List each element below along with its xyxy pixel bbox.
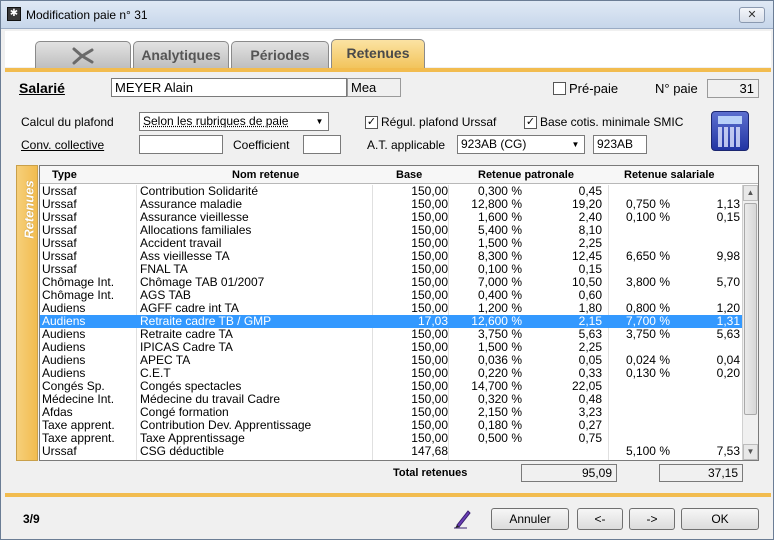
prepaie-label: Pré-paie [569, 81, 619, 96]
scroll-thumb[interactable] [744, 203, 757, 415]
calcul-plafond-value: Selon les rubriques de paie [143, 114, 289, 128]
record-counter: 3/9 [23, 512, 40, 526]
at-applicable-select[interactable]: 923AB (CG) ▼ [457, 135, 585, 154]
at-code-field[interactable]: 923AB [593, 135, 647, 154]
salarie-label: Salarié [19, 80, 65, 96]
chevron-down-icon: ▼ [571, 140, 580, 149]
table-body: Urssaf Contribution Solidarité 150,00 0,300… [40, 185, 742, 458]
ok-button[interactable]: OK [681, 508, 759, 530]
app-icon: ✱ [7, 7, 21, 21]
salarie-code-field: Mea [347, 78, 401, 97]
at-applicable-label: A.T. applicable [367, 138, 446, 152]
cell-taux-salarial: 3,800 % [625, 275, 670, 289]
column-patronale[interactable]: Retenue patronale [478, 169, 574, 181]
column-nom[interactable]: Nom retenue [232, 169, 299, 181]
conv-collective-field[interactable] [139, 135, 223, 154]
calcul-plafond-label: Calcul du plafond [21, 115, 114, 129]
total-patronale-field: 95,09 [521, 464, 617, 482]
cell-taux-salarial: 0,100 % [625, 210, 670, 224]
regul-label: Régul. plafond Urssaf [381, 115, 497, 129]
tab-general[interactable] [35, 41, 131, 69]
calculator-keys [718, 127, 742, 147]
coefficient-field[interactable] [303, 135, 341, 154]
window-title: Modification paie n° 31 [26, 8, 148, 22]
payslip-window: ✱ Modification paie n° 31 ✕ Analytiques … [0, 0, 774, 540]
cell-taux-salarial: 6,650 % [625, 249, 670, 263]
table-header: Type Nom retenue Base Retenue patronale … [40, 166, 758, 184]
salarie-name-field[interactable]: MEYER Alain [111, 78, 347, 97]
cell-base: 147,68 [411, 444, 448, 458]
table-row[interactable]: Urssaf CSG déductible 147,68 5,100 % 7,53 [40, 445, 742, 458]
regul-checkbox[interactable]: ✓ [365, 116, 378, 129]
cell-montant-salarial: 0,15 [716, 210, 740, 224]
title-bar: ✱ Modification paie n° 31 ✕ [1, 1, 773, 29]
side-label-text: Retenues [21, 180, 37, 239]
coefficient-label: Coefficient [233, 138, 290, 152]
base-smic-checkbox[interactable]: ✓ [524, 116, 537, 129]
footer-accent-bar [5, 493, 771, 497]
annuler-button[interactable]: Annuler [491, 508, 569, 530]
npaie-field: 31 [707, 79, 759, 98]
logo-icon [72, 47, 94, 65]
column-type[interactable]: Type [52, 169, 77, 181]
next-button[interactable]: -> [629, 508, 675, 530]
vertical-scrollbar[interactable]: ▲ ▼ [742, 185, 758, 460]
scroll-down-arrow-icon[interactable]: ▼ [743, 444, 758, 460]
cell-montant-salarial: 5,70 [716, 275, 740, 289]
cell-taux-salarial: 5,100 % [625, 444, 670, 458]
cell-nom: CSG déductible [140, 444, 225, 458]
scroll-up-arrow-icon[interactable]: ▲ [743, 185, 758, 201]
tab-accent-bar [5, 68, 771, 72]
cell-montant-salarial: 5,63 [716, 327, 740, 341]
close-button[interactable]: ✕ [739, 7, 765, 23]
tab-periodes[interactable]: Périodes [231, 41, 329, 69]
calcul-plafond-select[interactable]: Selon les rubriques de paie ▼ [139, 112, 329, 131]
column-base[interactable]: Base [396, 169, 422, 181]
cell-montant-patronal: 0,75 [578, 431, 602, 445]
calculator-icon[interactable] [711, 111, 749, 151]
total-retenues-label: Total retenues [393, 467, 468, 479]
tab-analytiques[interactable]: Analytiques [133, 41, 229, 69]
pencil-icon[interactable] [453, 507, 473, 529]
retenues-side-label: Retenues [16, 165, 38, 461]
previous-button[interactable]: <- [577, 508, 623, 530]
cell-taux-patronal: 0,500 % [477, 431, 522, 445]
cell-montant-salarial: 9,98 [716, 249, 740, 263]
cell-taux-salarial: 0,130 % [625, 366, 670, 380]
column-salariale[interactable]: Retenue salariale [624, 169, 715, 181]
at-applicable-value: 923AB (CG) [461, 137, 527, 151]
cell-type: Urssaf [42, 444, 77, 458]
retenues-table[interactable]: Type Nom retenue Base Retenue patronale … [39, 165, 759, 461]
cell-taux-salarial: 3,750 % [625, 327, 670, 341]
conv-collective-link[interactable]: Conv. collective [21, 138, 104, 152]
base-smic-label: Base cotis. minimale SMIC [540, 115, 684, 129]
prepaie-checkbox[interactable] [553, 82, 566, 95]
npaie-label: N° paie [655, 81, 698, 96]
cell-montant-salarial: 7,53 [716, 444, 740, 458]
cell-montant-salarial: 0,20 [716, 366, 740, 380]
calculator-screen [718, 116, 742, 124]
chevron-down-icon: ▼ [315, 117, 324, 126]
total-salariale-field: 37,15 [659, 464, 743, 482]
tab-retenues[interactable]: Retenues [331, 39, 425, 69]
